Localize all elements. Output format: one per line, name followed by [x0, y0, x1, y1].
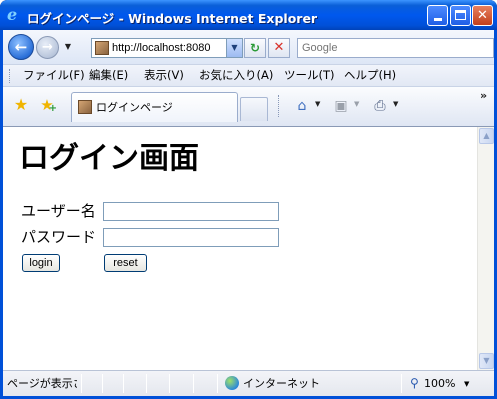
menu-favorites[interactable]: お気に入り(A) [199, 68, 273, 83]
back-button[interactable]: ← [8, 34, 34, 60]
print-dropdown[interactable]: ▼ [393, 99, 398, 109]
scroll-up-button[interactable]: ▲ [479, 128, 494, 144]
refresh-button[interactable]: ↻ [244, 38, 266, 58]
feeds-dropdown[interactable]: ▼ [354, 99, 359, 109]
status-divider [401, 374, 402, 393]
scroll-down-button[interactable]: ▼ [479, 353, 494, 369]
browser-chrome: ← → ▼ http://localhost:8080 ▼ ↻ ✕ ファイル(F… [3, 30, 494, 126]
home-dropdown[interactable]: ▼ [315, 99, 320, 109]
page-favicon-icon [95, 41, 109, 55]
tab-active[interactable]: ログインページ [71, 92, 238, 122]
search-box[interactable] [297, 38, 494, 58]
favorites-star-icon: ★ [13, 95, 29, 114]
new-tab-button[interactable] [240, 97, 268, 121]
forward-arrow-icon: → [42, 40, 53, 55]
stop-button[interactable]: ✕ [268, 38, 290, 58]
search-input[interactable] [302, 39, 482, 57]
add-favorites-button[interactable]: ★ + [38, 96, 57, 114]
status-divider [146, 374, 147, 393]
username-label: ユーザー名 [21, 202, 96, 220]
close-button[interactable]: ✕ [472, 5, 493, 26]
status-divider [169, 374, 170, 393]
menu-view[interactable]: 表示(V) [144, 68, 184, 83]
forward-button[interactable]: → [36, 36, 59, 59]
ie-logo-icon: e [7, 5, 18, 24]
chevron-down-icon: ▼ [483, 356, 490, 365]
home-icon: ⌂ [297, 98, 307, 114]
maximize-icon [455, 10, 466, 20]
status-divider [81, 374, 82, 393]
feeds-icon: ▣ [334, 98, 348, 114]
minimize-button[interactable] [427, 5, 448, 26]
password-label: パスワード [21, 228, 97, 246]
home-button[interactable]: ⌂ [293, 97, 311, 115]
tab-label: ログインページ [96, 101, 173, 114]
recent-pages-dropdown[interactable]: ▼ [63, 42, 73, 52]
close-icon: ✕ [477, 8, 488, 23]
print-icon: ⎙ [374, 98, 386, 114]
toolbar-separator [278, 95, 279, 117]
refresh-icon: ↻ [249, 41, 261, 55]
tab-toolbar: ★ ★ + ログインページ ⌂ ▼ ▣ ▼ ⎙ ▼ » [3, 86, 494, 126]
login-button[interactable]: login [22, 254, 60, 272]
page-title: ログイン画面 [19, 142, 199, 175]
globe-icon [225, 376, 239, 390]
ie-window: e ログインページ - Windows Internet Explorer ✕ … [0, 0, 497, 399]
toolbar-overflow-chevron[interactable]: » [480, 89, 487, 102]
print-button[interactable]: ⎙ [371, 97, 389, 115]
menu-bar: ファイル(F) 編集(E) 表示(V) お気に入り(A) ツール(T) ヘルプ(… [3, 64, 494, 86]
minimize-icon [433, 18, 442, 21]
chevron-down-icon: ▼ [231, 43, 238, 52]
address-toolbar: ← → ▼ http://localhost:8080 ▼ ↻ ✕ [3, 30, 494, 64]
menu-tools[interactable]: ツール(T) [284, 68, 335, 83]
status-divider [123, 374, 124, 393]
zoom-magnifier-icon: ⚲ [410, 376, 419, 390]
page-favicon-icon [78, 100, 92, 114]
title-bar[interactable]: e ログインページ - Windows Internet Explorer ✕ [0, 0, 497, 30]
address-input[interactable]: http://localhost:8080 [112, 39, 224, 57]
back-arrow-icon: ← [14, 38, 28, 56]
zoom-dropdown[interactable]: ▼ [464, 379, 469, 389]
status-text: ページが表示されました [7, 377, 77, 390]
chevron-up-icon: ▲ [483, 131, 490, 140]
maximize-button[interactable] [450, 5, 471, 26]
feeds-button[interactable]: ▣ [332, 97, 350, 115]
zoom-level[interactable]: 100% [424, 377, 455, 391]
reset-button[interactable]: reset [104, 254, 147, 272]
vertical-scrollbar[interactable]: ▲ ▼ [477, 127, 494, 370]
security-zone: インターネット [243, 377, 320, 390]
status-divider [193, 374, 194, 393]
chevron-down-icon: ▼ [64, 42, 72, 51]
address-dropdown-button[interactable]: ▼ [226, 39, 242, 57]
password-field[interactable] [103, 228, 279, 247]
page-content: ログイン画面 ユーザー名 パスワード login reset ▲ ▼ [3, 126, 494, 370]
window-title: ログインページ - Windows Internet Explorer [27, 11, 318, 26]
menu-grip [9, 69, 11, 83]
status-bar: ページが表示されました インターネット ⚲ 100% ▼ [3, 370, 494, 396]
menu-file[interactable]: ファイル(F) [23, 68, 85, 83]
menu-edit[interactable]: 編集(E) [89, 68, 128, 83]
favorites-center-button[interactable]: ★ [12, 96, 30, 114]
plus-icon: + [48, 103, 57, 114]
status-divider [102, 374, 103, 393]
stop-icon: ✕ [273, 40, 285, 55]
status-divider [217, 374, 218, 393]
address-bar[interactable]: http://localhost:8080 ▼ [91, 38, 243, 58]
username-field[interactable] [103, 202, 279, 221]
menu-help[interactable]: ヘルプ(H) [344, 68, 396, 83]
